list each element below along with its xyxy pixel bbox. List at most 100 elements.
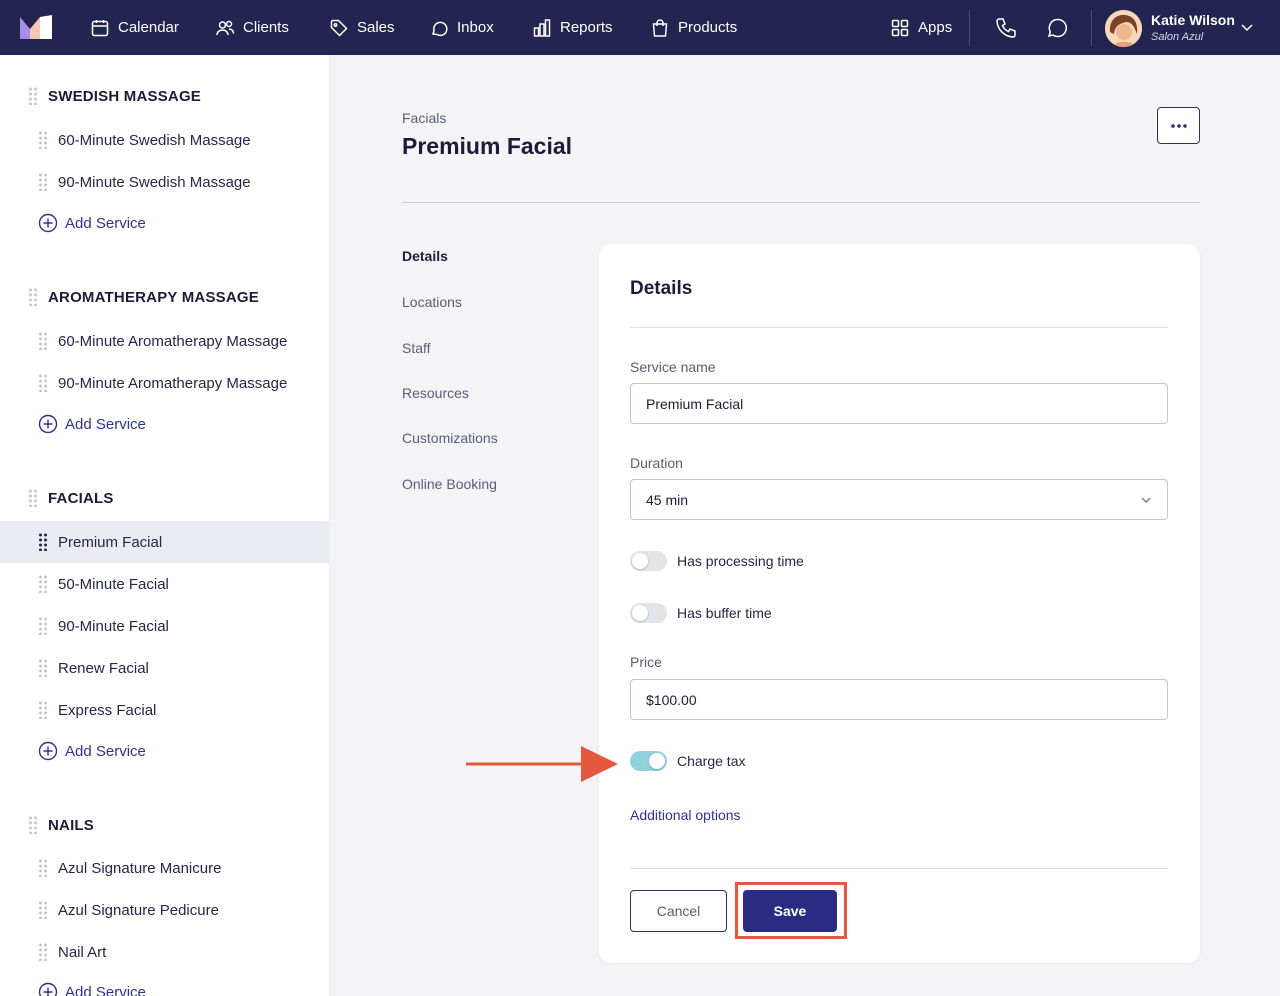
card-divider	[630, 868, 1168, 869]
service-item[interactable]: Express Facial	[0, 689, 329, 731]
category-name: FACIALS	[48, 489, 114, 507]
nav-products[interactable]: Products	[650, 0, 737, 55]
service-item[interactable]: 90-Minute Swedish Massage	[0, 161, 329, 203]
users-icon	[216, 20, 235, 35]
tag-icon	[330, 19, 348, 37]
category-swedish-massage[interactable]: SWEDISH MASSAGE	[28, 87, 201, 105]
section-nav-locations[interactable]: Locations	[402, 294, 462, 310]
nav-label: Apps	[918, 19, 953, 36]
nav-label: Reports	[560, 19, 613, 36]
drag-handle-icon[interactable]	[38, 374, 48, 392]
category-nails[interactable]: NAILS	[28, 816, 94, 834]
service-label: Express Facial	[58, 701, 157, 719]
section-nav-online-booking[interactable]: Online Booking	[402, 476, 497, 492]
add-service-label: Add Service	[65, 983, 146, 996]
drag-handle-icon[interactable]	[38, 173, 48, 191]
service-item[interactable]: 90-Minute Facial	[0, 605, 329, 647]
app-logo[interactable]	[20, 15, 52, 39]
plus-circle-icon	[38, 982, 58, 996]
section-nav-staff[interactable]: Staff	[402, 340, 431, 356]
service-item[interactable]: 60-Minute Swedish Massage	[0, 119, 329, 161]
service-item[interactable]: 90-Minute Aromatherapy Massage	[0, 362, 329, 404]
details-card: Details Service name Duration 45 min Has…	[599, 244, 1200, 963]
service-item[interactable]: Azul Signature Manicure	[0, 847, 329, 889]
drag-handle-icon[interactable]	[28, 288, 38, 306]
drag-handle-icon[interactable]	[28, 87, 38, 105]
category-name: SWEDISH MASSAGE	[48, 87, 202, 105]
top-navigation-bar: Calendar Clients Sales Inbox Reports Pro…	[0, 0, 1280, 55]
service-label: 50-Minute Facial	[58, 575, 169, 593]
service-item[interactable]: 50-Minute Facial	[0, 563, 329, 605]
nav-sales[interactable]: Sales	[329, 0, 395, 55]
card-divider	[630, 327, 1168, 328]
buffer-time-label: Has buffer time	[677, 605, 772, 621]
drag-handle-icon[interactable]	[28, 816, 38, 834]
service-item[interactable]: Renew Facial	[0, 647, 329, 689]
service-label: 90-Minute Aromatherapy Massage	[58, 374, 288, 392]
add-service-button[interactable]: Add Service	[38, 741, 146, 761]
add-service-label: Add Service	[65, 415, 146, 433]
toggle-knob	[632, 605, 648, 621]
more-options-button[interactable]	[1157, 107, 1200, 144]
drag-handle-icon[interactable]	[38, 659, 48, 677]
add-service-button[interactable]: Add Service	[38, 213, 146, 233]
avatar[interactable]	[1105, 10, 1142, 47]
drag-handle-icon[interactable]	[38, 533, 48, 551]
phone-icon[interactable]	[994, 16, 1018, 40]
drag-handle-icon[interactable]	[38, 617, 48, 635]
drag-handle-icon[interactable]	[38, 332, 48, 350]
service-label: 60-Minute Swedish Massage	[58, 131, 251, 149]
add-service-button[interactable]: Add Service	[38, 414, 146, 434]
drag-handle-icon[interactable]	[38, 859, 48, 877]
processing-time-toggle[interactable]	[630, 551, 667, 571]
service-label: 60-Minute Aromatherapy Massage	[58, 332, 288, 350]
user-name: Katie Wilson	[1151, 12, 1235, 28]
annotation-arrow-icon	[466, 746, 618, 782]
service-item-active[interactable]: Premium Facial	[0, 521, 329, 563]
drag-handle-icon[interactable]	[38, 901, 48, 919]
add-service-button[interactable]: Add Service	[38, 982, 146, 996]
nav-apps[interactable]: Apps	[890, 0, 952, 55]
section-nav-customizations[interactable]: Customizations	[402, 430, 498, 446]
service-label: Azul Signature Pedicure	[58, 901, 219, 919]
nav-reports[interactable]: Reports	[532, 0, 613, 55]
drag-handle-icon[interactable]	[28, 489, 38, 507]
nav-clients[interactable]: Clients	[215, 0, 289, 55]
category-facials[interactable]: FACIALS	[28, 489, 114, 507]
save-button[interactable]: Save	[743, 890, 837, 932]
additional-options-link[interactable]: Additional options	[630, 807, 741, 823]
category-aromatherapy-massage[interactable]: AROMATHERAPY MASSAGE	[28, 288, 259, 306]
service-item[interactable]: Azul Signature Pedicure	[0, 889, 329, 931]
duration-select[interactable]: 45 min	[630, 479, 1168, 520]
page-title: Premium Facial	[402, 133, 573, 159]
nav-calendar[interactable]: Calendar	[90, 0, 179, 55]
nav-label: Products	[678, 19, 738, 36]
bar-chart-icon	[533, 18, 551, 37]
message-icon[interactable]	[1045, 16, 1069, 40]
cancel-button[interactable]: Cancel	[630, 890, 727, 932]
breadcrumb[interactable]: Facials	[402, 110, 446, 126]
price-input[interactable]	[630, 679, 1168, 720]
calendar-icon	[91, 19, 109, 36]
service-name-input[interactable]	[630, 383, 1168, 424]
drag-handle-icon[interactable]	[38, 575, 48, 593]
service-item[interactable]: Nail Art	[0, 931, 329, 973]
drag-handle-icon[interactable]	[38, 701, 48, 719]
nav-inbox[interactable]: Inbox	[429, 0, 494, 55]
section-nav-details[interactable]: Details	[402, 248, 448, 264]
service-name-label: Service name	[630, 359, 716, 375]
price-label: Price	[630, 654, 662, 670]
service-label: 90-Minute Swedish Massage	[58, 173, 251, 191]
charge-tax-toggle[interactable]	[630, 751, 667, 771]
chevron-down-icon[interactable]	[1240, 20, 1254, 34]
user-salon: Salon Azul	[1151, 31, 1204, 43]
service-label: Premium Facial	[58, 533, 163, 551]
drag-handle-icon[interactable]	[38, 131, 48, 149]
section-nav-resources[interactable]: Resources	[402, 385, 469, 401]
buffer-time-toggle[interactable]	[630, 603, 667, 623]
shopping-bag-icon	[652, 18, 668, 37]
drag-handle-icon[interactable]	[38, 943, 48, 961]
plus-circle-icon	[38, 741, 58, 761]
add-service-label: Add Service	[65, 742, 146, 760]
service-item[interactable]: 60-Minute Aromatherapy Massage	[0, 320, 329, 362]
